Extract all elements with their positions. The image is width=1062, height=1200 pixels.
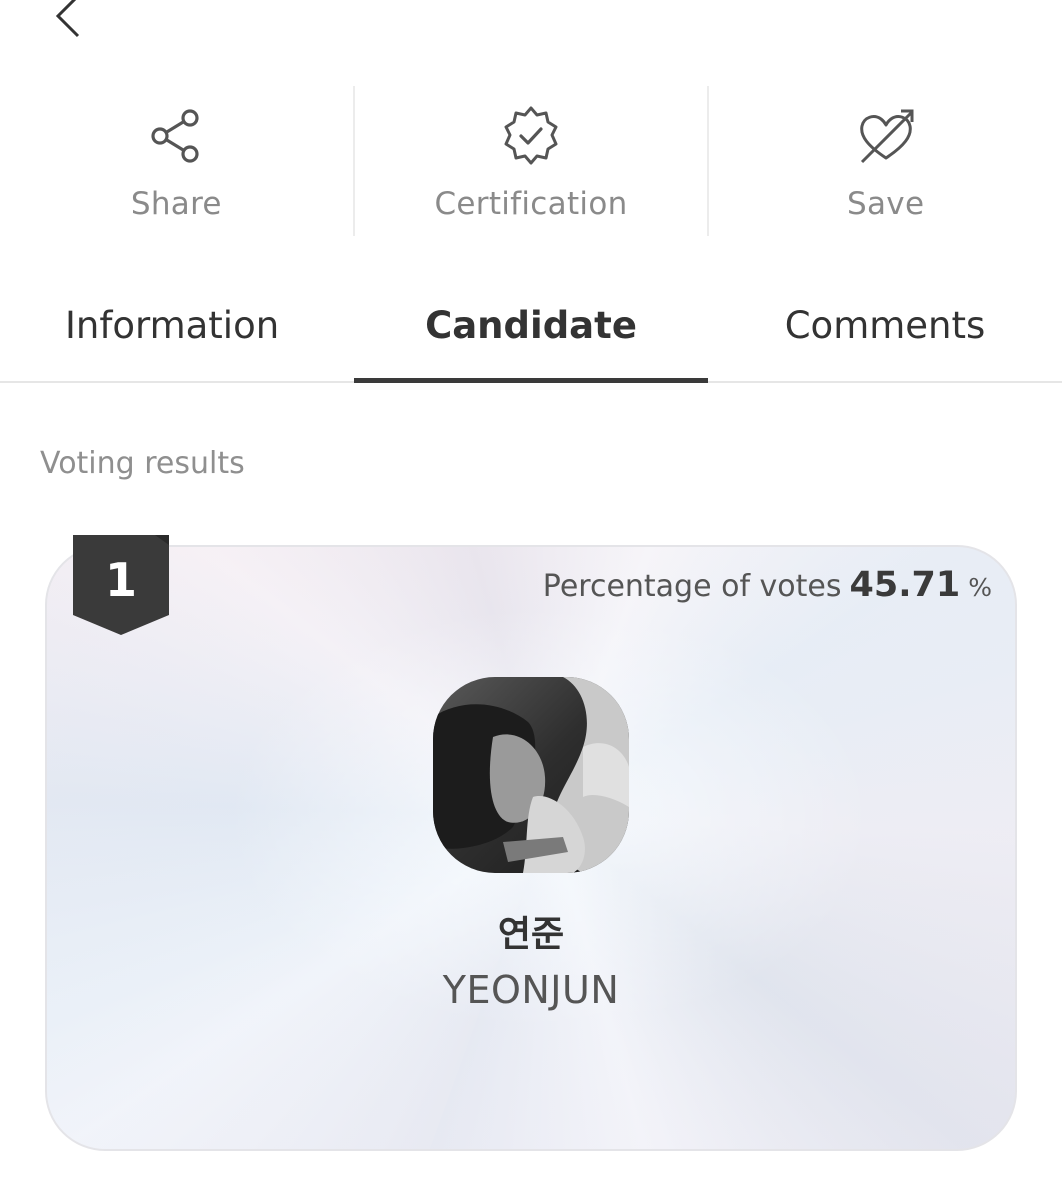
chevron-left-icon — [55, 0, 80, 38]
tab-information[interactable]: Information — [0, 270, 354, 381]
certification-badge-icon — [499, 104, 563, 168]
avatar — [433, 677, 629, 873]
heart-arrow-icon — [854, 104, 918, 168]
percentage-label: Percentage of votes — [542, 569, 842, 604]
candidate-name-korean: 연준 — [497, 914, 565, 955]
vote-percentage: Percentage of votes 45.71 % — [543, 565, 992, 605]
share-icon — [144, 104, 208, 168]
tab-comments[interactable]: Comments — [708, 270, 1062, 381]
percentage-unit: % — [968, 573, 992, 602]
candidate-name-english: YEONJUN — [442, 968, 620, 1012]
action-bar: Share Certification Save — [0, 86, 1062, 236]
section-title: Voting results — [40, 446, 245, 481]
share-label: Share — [130, 186, 222, 222]
percentage-value: 45.71 — [849, 565, 961, 605]
certification-label: Certification — [434, 186, 628, 222]
share-button[interactable]: Share — [0, 86, 353, 236]
save-button[interactable]: Save — [709, 86, 1062, 236]
certification-button[interactable]: Certification — [355, 86, 708, 236]
tab-bar: Information Candidate Comments — [0, 270, 1062, 383]
tab-candidate[interactable]: Candidate — [354, 270, 708, 383]
back-button[interactable] — [46, 0, 90, 44]
rank-number: 1 — [104, 553, 137, 607]
rank-badge: 1 — [73, 535, 169, 637]
save-label: Save — [847, 186, 925, 222]
